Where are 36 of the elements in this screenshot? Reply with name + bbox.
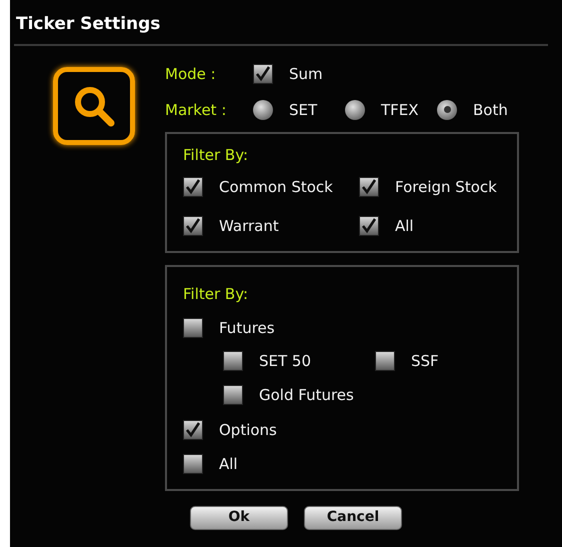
- checkbox[interactable]: [359, 216, 379, 236]
- filter-title: Filter By:: [183, 284, 250, 304]
- checkbox[interactable]: [253, 64, 273, 84]
- checkbox-label: All: [395, 216, 414, 237]
- checkbox-label: Sum: [289, 64, 323, 85]
- checkbox-label: Warrant: [219, 216, 279, 237]
- checkbox-label: Foreign Stock: [395, 176, 497, 198]
- checkbox-label: SSF: [411, 350, 439, 372]
- checkbox[interactable]: [223, 350, 243, 371]
- radio-label: SET: [289, 100, 318, 120]
- checkbox[interactable]: [183, 176, 203, 197]
- checkbox[interactable]: [375, 350, 395, 371]
- checkbox-label: Common Stock: [219, 176, 333, 198]
- checkbox[interactable]: [183, 420, 203, 440]
- checkbox-label: Options: [219, 420, 277, 440]
- checkbox-label: Futures: [219, 318, 275, 339]
- checkbox-label: All: [219, 454, 238, 475]
- dialog-button[interactable]: Cancel: [304, 506, 402, 530]
- radio-button[interactable]: [345, 100, 365, 120]
- checkbox-label: SET 50: [259, 350, 312, 372]
- checkbox-label: Gold Futures: [259, 385, 354, 406]
- radio-label: Both: [473, 100, 508, 120]
- market-label: Market :: [165, 100, 228, 120]
- search-icon: [52, 67, 134, 145]
- checkbox[interactable]: [183, 454, 203, 474]
- dialog-title: Ticker Settings: [15, 14, 162, 34]
- checkbox[interactable]: [183, 216, 203, 236]
- filter-title: Filter By:: [183, 145, 250, 166]
- checkbox[interactable]: [183, 318, 203, 338]
- dialog-button[interactable]: Ok: [190, 506, 288, 530]
- checkbox[interactable]: [359, 176, 379, 197]
- radio-button[interactable]: [437, 100, 457, 120]
- radio-button[interactable]: [253, 100, 273, 120]
- radio-label: TFEX: [381, 100, 419, 120]
- mode-label: Mode :: [165, 64, 217, 85]
- checkbox[interactable]: [223, 385, 243, 406]
